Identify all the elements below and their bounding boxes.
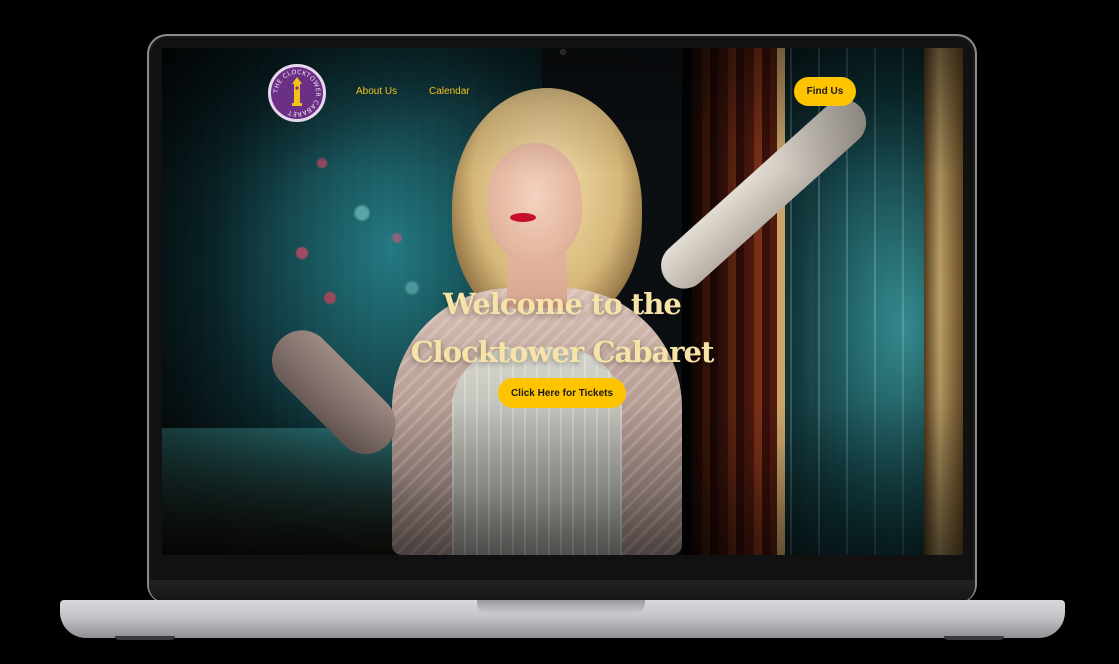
nav-about-us[interactable]: About Us bbox=[356, 86, 397, 97]
laptop-foot bbox=[115, 636, 175, 640]
hero-title: Welcome to the Clocktower Cabaret bbox=[362, 280, 762, 376]
find-us-button[interactable]: Find Us bbox=[794, 77, 856, 106]
tickets-button[interactable]: Click Here for Tickets bbox=[498, 378, 626, 408]
laptop-foot bbox=[944, 636, 1004, 640]
laptop-screen: THE CLOCKTOWER CABARET About Us Calendar… bbox=[162, 48, 963, 555]
site-header: THE CLOCKTOWER CABARET About Us Calendar… bbox=[162, 48, 963, 138]
hero-title-line1: Welcome to the bbox=[443, 287, 682, 321]
nav-calendar[interactable]: Calendar bbox=[429, 86, 470, 97]
hero-title-line2: Clocktower Cabaret bbox=[410, 335, 715, 369]
laptop-notch bbox=[477, 600, 645, 613]
clocktower-logo[interactable]: THE CLOCKTOWER CABARET bbox=[268, 64, 326, 122]
clocktower-icon: THE CLOCKTOWER CABARET bbox=[273, 69, 321, 117]
webcam bbox=[560, 49, 566, 55]
laptop-chin bbox=[149, 580, 975, 602]
